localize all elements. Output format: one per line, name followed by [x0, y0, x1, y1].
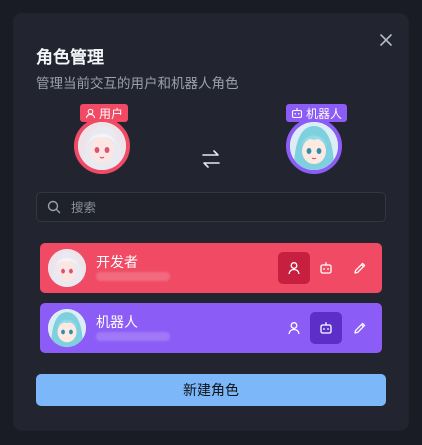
avatar — [286, 118, 342, 174]
search-box[interactable] — [36, 192, 386, 222]
current-user-avatar[interactable]: 用户 — [74, 104, 138, 174]
swap-button[interactable] — [200, 148, 222, 170]
role-name: 机器人 — [96, 315, 138, 331]
role-description-blurred — [96, 272, 170, 281]
avatar — [48, 309, 86, 347]
dialog-title: 角色管理 — [36, 48, 104, 68]
role-card-bot[interactable]: 机器人 — [40, 303, 382, 353]
role-description-blurred — [96, 332, 170, 341]
robot-icon — [320, 262, 332, 274]
user-icon — [85, 108, 96, 118]
user-role-tag: 用户 — [80, 104, 129, 122]
user-portrait — [78, 122, 126, 170]
avatar — [74, 118, 130, 174]
close-icon — [380, 34, 392, 46]
new-role-button[interactable]: 新建角色 — [36, 374, 386, 406]
user-icon — [288, 322, 300, 335]
robot-icon — [320, 322, 332, 334]
set-as-bot-button[interactable] — [310, 252, 342, 284]
pencil-icon — [354, 262, 366, 274]
role-name: 开发者 — [96, 255, 138, 271]
avatar — [48, 249, 86, 287]
set-as-user-button[interactable] — [278, 312, 310, 344]
set-as-bot-button[interactable] — [310, 312, 342, 344]
set-as-user-button[interactable] — [278, 252, 310, 284]
bot-role-portrait — [48, 309, 86, 347]
search-icon — [47, 200, 61, 214]
role-card-developer[interactable]: 开发者 — [40, 243, 382, 293]
swap-icon — [202, 150, 220, 168]
user-tag-label: 用户 — [99, 106, 124, 121]
bot-portrait — [290, 122, 338, 170]
bot-tag-label: 机器人 — [306, 106, 343, 121]
search-input[interactable] — [69, 198, 373, 216]
role-management-dialog: 角色管理 管理当前交互的用户和机器人角色 用户 机器人 搜索 开发者 机器人 新… — [14, 14, 408, 430]
pencil-icon — [354, 322, 366, 334]
current-bot-avatar[interactable]: 机器人 — [286, 104, 350, 174]
developer-portrait — [48, 249, 86, 287]
bot-role-tag: 机器人 — [286, 104, 348, 122]
edit-role-button[interactable] — [344, 252, 376, 284]
robot-icon — [291, 108, 303, 119]
edit-role-button[interactable] — [344, 312, 376, 344]
dialog-subtitle: 管理当前交互的用户和机器人角色 — [36, 76, 239, 92]
close-button[interactable] — [376, 30, 396, 50]
user-icon — [288, 262, 300, 275]
